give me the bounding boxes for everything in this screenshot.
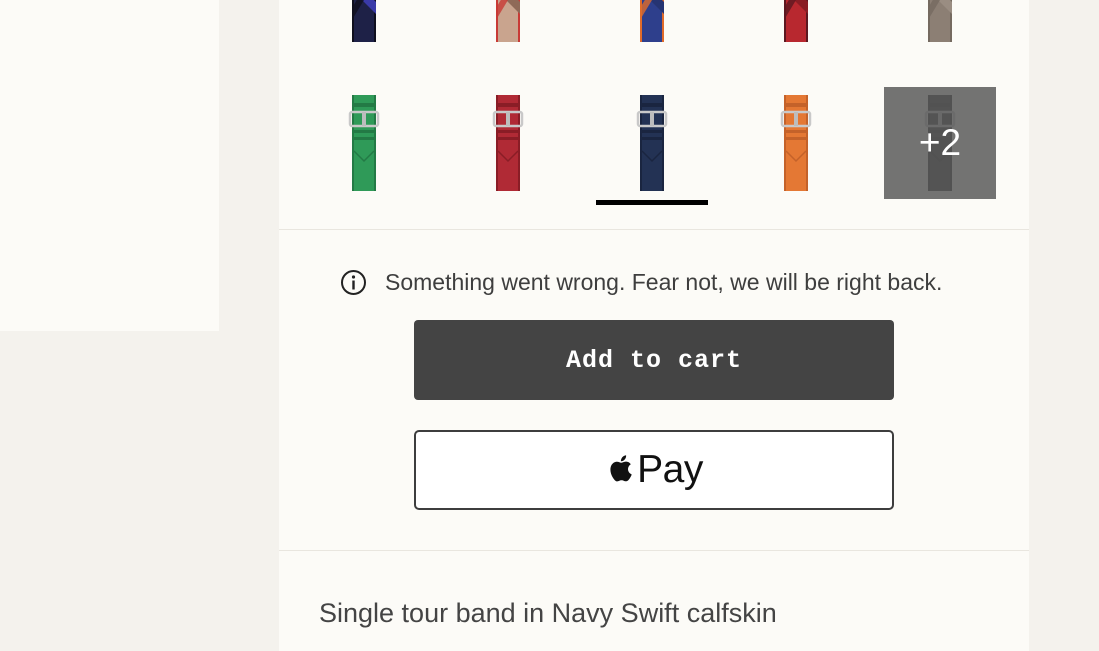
blue-orange-band-image: [640, 0, 664, 42]
rouge-band-swatch[interactable]: [452, 87, 564, 199]
apple-logo-icon: [610, 455, 632, 482]
more-colors-count: +2: [884, 87, 996, 199]
swatch-row-top: [279, 0, 1029, 50]
error-text: Something went wrong. Fear not, we will …: [385, 268, 943, 295]
beige-red-band-image: [496, 0, 520, 42]
red-burgundy-band-swatch[interactable]: [740, 0, 852, 50]
product-description: Single tour band in Navy Swift calfskin: [319, 598, 777, 628]
green-band-image: [348, 95, 380, 191]
navy-black-band-swatch[interactable]: [308, 0, 420, 50]
red-burgundy-band-image: [784, 0, 808, 42]
gray-band-swatch[interactable]: +2: [884, 87, 996, 199]
product-options-panel: +2 Something went wrong. Fear not, we wi…: [279, 0, 1029, 651]
orange-band-swatch[interactable]: [740, 87, 852, 199]
swatch-row-bottom: +2: [279, 87, 1029, 205]
taupe-band-swatch[interactable]: [884, 0, 996, 50]
beige-red-band-swatch[interactable]: [452, 0, 564, 50]
add-to-cart-button[interactable]: Add to cart: [414, 320, 894, 400]
blue-orange-band-swatch[interactable]: [596, 0, 708, 50]
orange-band-image: [780, 95, 812, 191]
divider: [279, 550, 1029, 551]
navy-black-band-image: [352, 0, 376, 42]
info-icon: [341, 269, 366, 295]
green-band-swatch[interactable]: [308, 87, 420, 199]
taupe-band-image: [928, 0, 952, 42]
apple-pay-button[interactable]: Pay: [414, 430, 894, 510]
error-message: Something went wrong. Fear not, we will …: [340, 265, 942, 299]
rouge-band-image: [492, 95, 524, 191]
apple-pay-label: Pay: [637, 448, 703, 491]
navy-band-swatch[interactable]: [596, 87, 708, 205]
left-panel: [0, 0, 219, 331]
navy-band-image: [636, 95, 668, 191]
divider: [279, 229, 1029, 230]
